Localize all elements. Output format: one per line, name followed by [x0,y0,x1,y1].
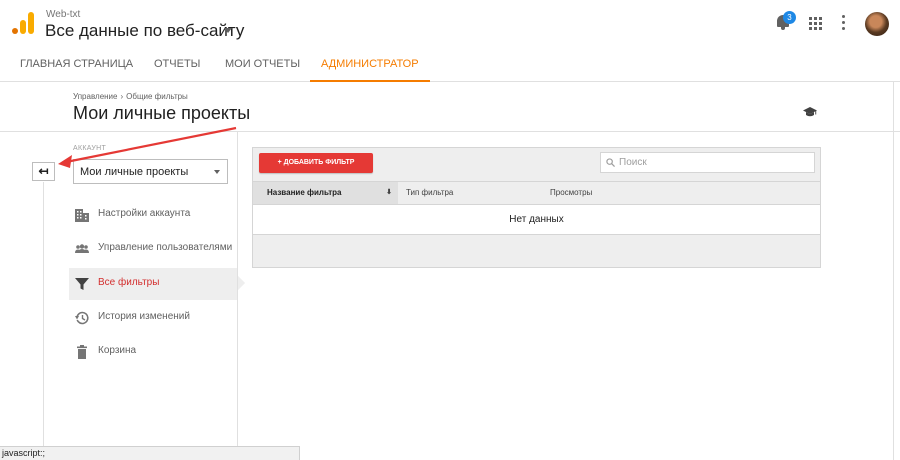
column-divider [237,132,238,460]
sidebar-item-label: История изменений [98,311,190,322]
account-name: Web-txt [46,9,81,20]
sidebar-item-label: Корзина [98,345,137,356]
sidebar-item-account-settings[interactable]: Настройки аккаунта [69,199,237,231]
sort-arrow-icon: ⬇ [386,189,392,196]
header-divider [0,131,900,132]
trash-icon [77,345,87,359]
add-filter-button[interactable]: + ДОБАВИТЬ ФИЛЬТР [259,153,373,173]
search-input[interactable] [619,155,809,170]
main-nav: ГЛАВНАЯ СТРАНИЦА ОТЧЕТЫ МОИ ОТЧЕТЫ АДМИН… [0,48,900,82]
breadcrumb-item-manage[interactable]: Управление [73,92,117,101]
apps-grid-icon[interactable] [809,17,822,30]
view-selector[interactable]: Все данные по веб-сайту [45,21,244,41]
tab-reports[interactable]: ОТЧЕТЫ [154,48,200,82]
user-avatar[interactable] [865,12,889,36]
breadcrumb-separator: › [120,92,124,101]
breadcrumb-item-filters[interactable]: Общие фильтры [126,92,188,101]
chevron-down-icon[interactable] [224,28,232,33]
search-box[interactable] [600,152,815,173]
sidebar-item-label: Все фильтры [98,277,160,288]
tab-admin[interactable]: АДМИНИСТРАТОР [310,48,430,82]
sidebar-item-trash[interactable]: Корзина [69,336,237,368]
chevron-down-icon [214,170,220,174]
sidebar-rail [43,182,44,460]
account-select-value: Мои личные проекты [80,166,189,178]
account-select[interactable]: Мои личные проекты [73,159,228,184]
back-button[interactable]: ↤ [32,162,55,181]
table-header: Название фильтра ⬇ Тип фильтра Просмотры [253,181,820,205]
tab-my-reports[interactable]: МОИ ОТЧЕТЫ [225,48,300,82]
sidebar-item-label: Управление пользователями [98,242,233,253]
empty-table-message: Нет данных [253,205,820,235]
column-header-filter-type[interactable]: Тип фильтра [406,182,453,204]
sidebar-item-user-management[interactable]: Управление пользователями [69,233,237,265]
breadcrumb: Управление › Общие фильтры [73,92,188,101]
browser-status-bar: javascript:; [0,446,300,460]
users-icon [75,244,89,253]
filter-icon [75,278,89,290]
column-header-label: Название фильтра [267,188,342,197]
account-section-label: АККАУНТ [73,145,107,152]
sidebar-item-change-history[interactable]: История изменений [69,302,237,334]
more-vert-icon[interactable] [842,15,846,31]
column-header-filter-name[interactable]: Название фильтра ⬇ [253,182,398,204]
building-icon [75,209,89,222]
notification-count-badge: 3 [783,11,796,24]
graduation-cap-icon[interactable] [803,107,817,117]
tab-home[interactable]: ГЛАВНАЯ СТРАНИЦА [20,48,133,82]
page-edge-line [893,82,894,460]
column-header-views[interactable]: Просмотры [550,182,592,204]
sidebar-item-all-filters[interactable]: Все фильтры [69,268,237,300]
page-title: Мои личные проекты [73,103,251,123]
analytics-logo-icon[interactable] [12,12,34,34]
search-icon [606,158,615,167]
history-icon [75,311,89,325]
top-bar: Web-txt Все данные по веб-сайту 3 [0,0,900,48]
sidebar-item-label: Настройки аккаунта [98,208,191,219]
